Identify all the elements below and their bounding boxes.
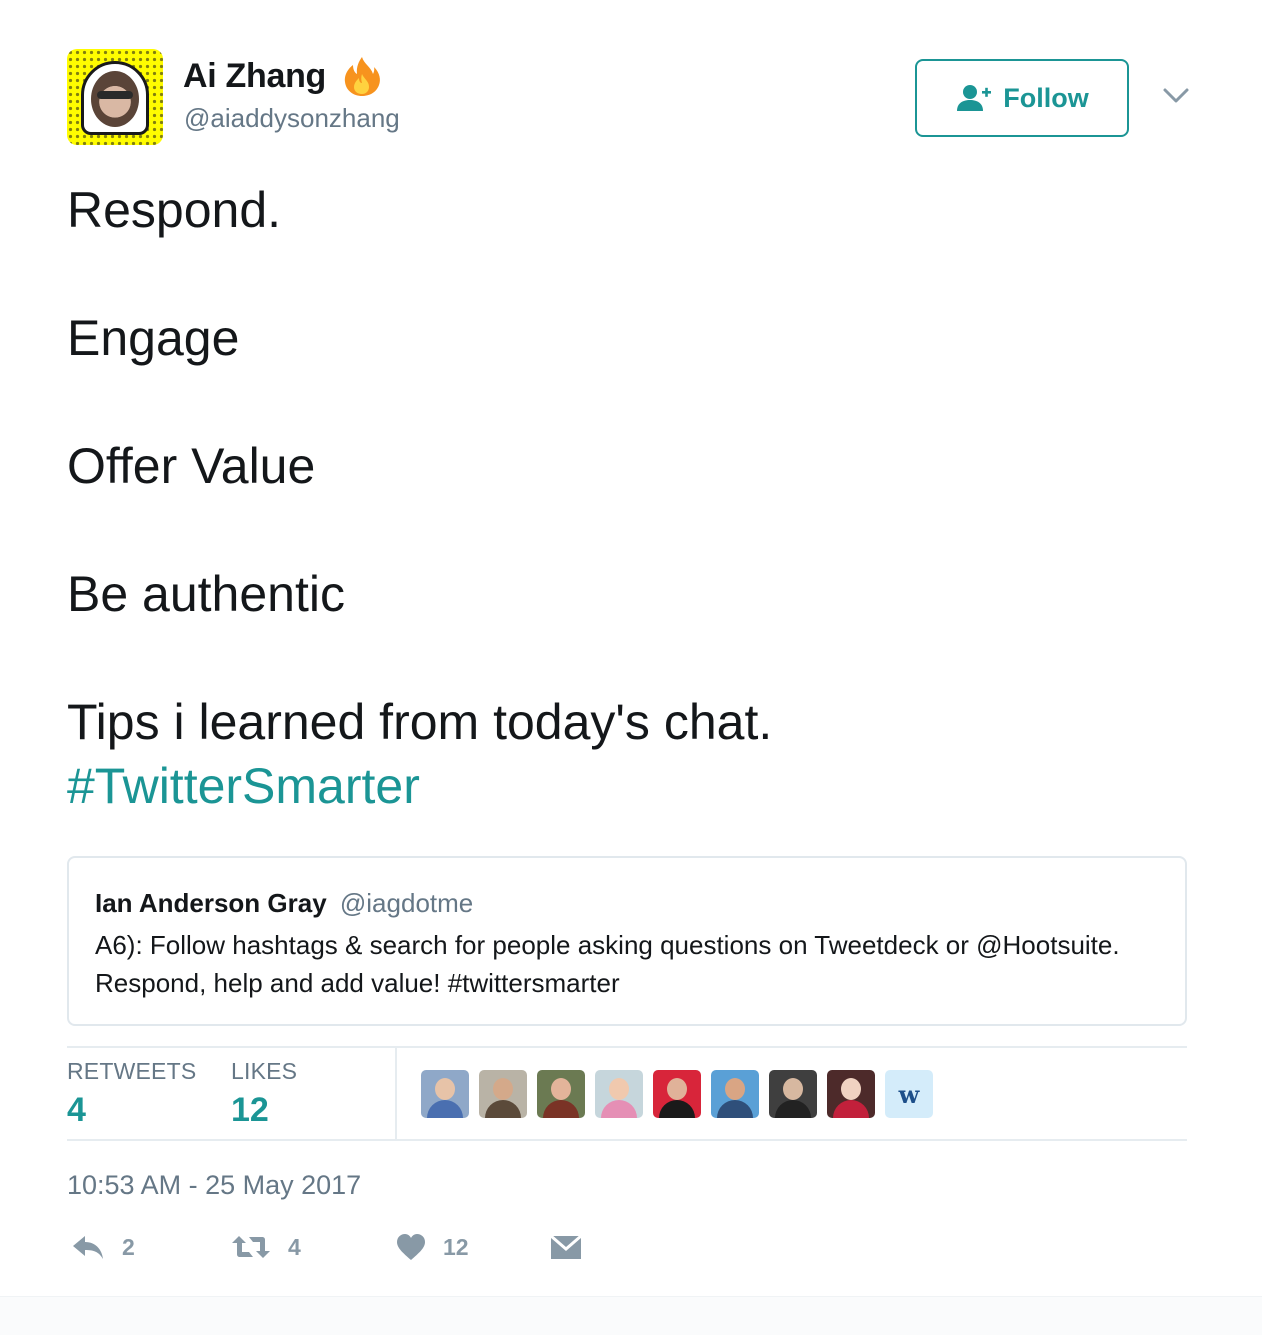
author-display-name[interactable]: Ai Zhang (183, 57, 326, 96)
reply-icon (73, 1236, 103, 1259)
quoted-tweet[interactable]: Ian Anderson Gray @iagdotme A6): Follow … (67, 856, 1187, 1026)
hashtag-link[interactable]: #TwitterSmarter (67, 754, 420, 818)
tweet-text-line: Respond. (67, 182, 282, 238)
liker-avatar-4[interactable] (595, 1070, 643, 1118)
tweet-timestamp[interactable]: 10:53 AM - 25 May 2017 (67, 1170, 361, 1201)
direct-message-button[interactable] (549, 1232, 583, 1262)
direct-message-icon (550, 1234, 582, 1259)
tweet-text-line: Offer Value (67, 438, 316, 494)
profile-photo-glasses (97, 91, 133, 99)
liker-avatar-2[interactable] (479, 1070, 527, 1118)
tweet-text-line: Engage (67, 310, 240, 366)
author-name-row[interactable]: Ai Zhang (183, 54, 384, 98)
fire-emoji-icon (340, 54, 384, 98)
like-button[interactable]: 12 (395, 1232, 469, 1262)
liker-avatar-9[interactable]: w (885, 1070, 933, 1118)
follow-button-label: Follow (1003, 82, 1089, 113)
likes-label: LIKES (231, 1058, 298, 1084)
liker-avatar-6[interactable] (711, 1070, 759, 1118)
bottom-band (0, 1296, 1262, 1335)
retweets-label: RETWEETS (67, 1058, 197, 1084)
likes-count: 12 (231, 1091, 269, 1129)
quoted-tweet-header: Ian Anderson Gray @iagdotme (95, 888, 473, 919)
profile-photo-face (91, 71, 139, 127)
like-count: 12 (443, 1233, 469, 1260)
chevron-down-icon[interactable] (1160, 82, 1192, 110)
liker-avatar-5[interactable] (653, 1070, 701, 1118)
retweet-count: 4 (288, 1233, 301, 1260)
snapcode-avatar-icon[interactable] (67, 49, 163, 145)
tweet-text-line: Tips i learned from today's chat. (67, 694, 773, 750)
retweets-count: 4 (67, 1091, 86, 1129)
tweet-permalink: Ai Zhang @aiaddysonzhang Follow Respond.… (0, 0, 1262, 1335)
liker-avatar-8[interactable] (827, 1070, 875, 1118)
likers-avatar-list: w (421, 1070, 933, 1118)
follow-user-plus-icon (957, 85, 992, 111)
reply-button[interactable]: 2 (70, 1232, 135, 1262)
quoted-author-handle: @iagdotme (339, 888, 474, 918)
retweets-stat[interactable]: RETWEETS 4 (67, 1058, 196, 1130)
liker-avatar-1[interactable] (421, 1070, 469, 1118)
stats-divider-bottom (67, 1139, 1187, 1141)
quoted-author-name: Ian Anderson Gray (95, 888, 327, 918)
retweet-button[interactable]: 4 (230, 1232, 301, 1262)
likes-stat[interactable]: LIKES 12 (231, 1058, 297, 1130)
liker-avatar-3[interactable] (537, 1070, 585, 1118)
retweet-icon (232, 1236, 270, 1258)
author-handle[interactable]: @aiaddysonzhang (184, 103, 400, 134)
liker-w-letter: w (898, 1079, 920, 1109)
stats-vertical-divider (395, 1048, 397, 1139)
heart-icon (397, 1234, 425, 1260)
follow-button[interactable]: Follow (915, 59, 1129, 137)
stats-divider-top (67, 1046, 1187, 1048)
liker-avatar-7[interactable] (769, 1070, 817, 1118)
reply-count: 2 (122, 1233, 135, 1260)
quoted-tweet-text: A6): Follow hashtags & search for people… (95, 930, 1120, 998)
tweet-text-line: Be authentic (67, 566, 345, 622)
